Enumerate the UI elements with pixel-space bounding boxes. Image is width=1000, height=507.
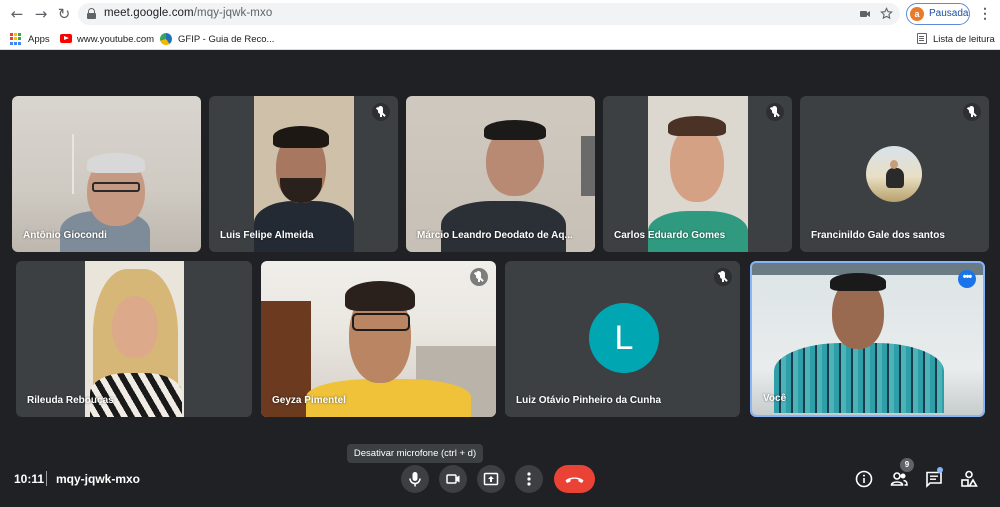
microphone-button[interactable]: [401, 465, 429, 493]
people-count-badge: 9: [900, 458, 914, 472]
more-options-icon[interactable]: •••: [958, 270, 976, 288]
participant-name: Luiz Otávio Pinheiro da Cunha: [516, 395, 662, 406]
participant-tile[interactable]: Antônio Giocondi: [12, 96, 201, 252]
forward-arrow-icon[interactable]: →: [32, 5, 50, 23]
participant-name: Francinildo Gale dos santos: [811, 230, 945, 241]
back-arrow-icon[interactable]: ←: [8, 5, 26, 23]
bookmarks-bar: Apps www.youtube.com GFIP - Guia de Reco…: [0, 29, 1000, 50]
meeting-time: 10:11: [14, 472, 45, 486]
participant-video: [406, 96, 595, 252]
bookmark-youtube[interactable]: www.youtube.com: [77, 32, 154, 47]
participant-tile[interactable]: Francinildo Gale dos santos: [800, 96, 989, 252]
muted-mic-icon: [714, 268, 732, 286]
browser-toolbar: ← → ↻ meet.google.com/mqy-jqwk-mxo a Pau…: [0, 0, 1000, 29]
more-options-button[interactable]: [515, 465, 543, 493]
participant-tile[interactable]: L Luiz Otávio Pinheiro da Cunha: [505, 261, 740, 417]
profile-button[interactable]: a Pausada: [906, 3, 970, 25]
hang-up-icon: [565, 477, 584, 483]
participant-tile[interactable]: Geyza Pimentel: [261, 261, 496, 417]
apps-grid-icon[interactable]: [10, 33, 22, 45]
participant-name: Carlos Eduardo Gomes: [614, 230, 726, 241]
muted-mic-icon: [470, 268, 488, 286]
url-text[interactable]: meet.google.com/mqy-jqwk-mxo: [104, 7, 272, 19]
address-bar[interactable]: meet.google.com/mqy-jqwk-mxo: [78, 3, 900, 25]
camera-in-use-icon[interactable]: [859, 8, 871, 20]
reading-list-link[interactable]: Lista de leitura: [933, 32, 995, 47]
profile-status: Pausada: [929, 8, 969, 19]
participant-video: [85, 261, 184, 417]
participant-name: Antônio Giocondi: [23, 230, 107, 241]
camera-icon: [446, 474, 460, 484]
self-view-tile[interactable]: ••• Você: [750, 261, 985, 417]
participant-video: [12, 96, 201, 252]
present-screen-icon: [483, 472, 499, 486]
bookmark-apps[interactable]: Apps: [28, 32, 50, 47]
participant-video: [648, 96, 748, 252]
participant-name: Geyza Pimentel: [272, 395, 346, 406]
browser-menu-icon[interactable]: ⋮: [978, 5, 992, 23]
participant-tile[interactable]: Carlos Eduardo Gomes: [603, 96, 792, 252]
participant-tile[interactable]: Rileuda Rebouças: [16, 261, 252, 417]
participant-tile[interactable]: Luis Felipe Almeida: [209, 96, 398, 252]
participant-name: Márcio Leandro Deodato de Aq...: [417, 230, 573, 241]
camera-button[interactable]: [439, 465, 467, 493]
youtube-icon[interactable]: [60, 34, 72, 43]
chat-notification-dot: [937, 467, 943, 473]
muted-mic-icon: [372, 103, 390, 121]
lock-icon[interactable]: [87, 8, 96, 19]
participant-avatar: [866, 146, 922, 202]
bookmark-gfip[interactable]: GFIP - Guia de Reco...: [178, 32, 274, 47]
meeting-code: mqy-jqwk-mxo: [56, 472, 141, 486]
participant-video: [254, 96, 354, 252]
profile-avatar: a: [910, 7, 924, 21]
browser-chrome: ← → ↻ meet.google.com/mqy-jqwk-mxo a Pau…: [0, 0, 1000, 50]
bookmark-star-icon[interactable]: [880, 7, 893, 20]
reload-icon[interactable]: ↻: [55, 5, 73, 23]
more-options-icon: [527, 472, 531, 486]
people-icon[interactable]: [889, 469, 909, 489]
participant-name: Luis Felipe Almeida: [220, 230, 314, 241]
present-screen-button[interactable]: [477, 465, 505, 493]
muted-mic-icon: [766, 103, 784, 121]
participant-name: Você: [763, 393, 787, 404]
muted-mic-icon: [963, 103, 981, 121]
reading-list-icon[interactable]: [917, 33, 927, 44]
info-icon[interactable]: [854, 469, 874, 489]
participant-initial-avatar: L: [589, 303, 659, 373]
divider: [46, 471, 47, 486]
participant-video: [261, 261, 496, 417]
mic-tooltip: Desativar microfone (ctrl + d): [347, 444, 483, 463]
participant-name: Rileuda Rebouças: [27, 395, 114, 406]
hang-up-button[interactable]: [554, 465, 595, 493]
gfip-icon[interactable]: [160, 33, 172, 45]
participant-video: [752, 263, 983, 415]
participant-tile[interactable]: Márcio Leandro Deodato de Aq...: [406, 96, 595, 252]
activities-icon[interactable]: [959, 469, 979, 489]
microphone-icon: [409, 472, 421, 487]
